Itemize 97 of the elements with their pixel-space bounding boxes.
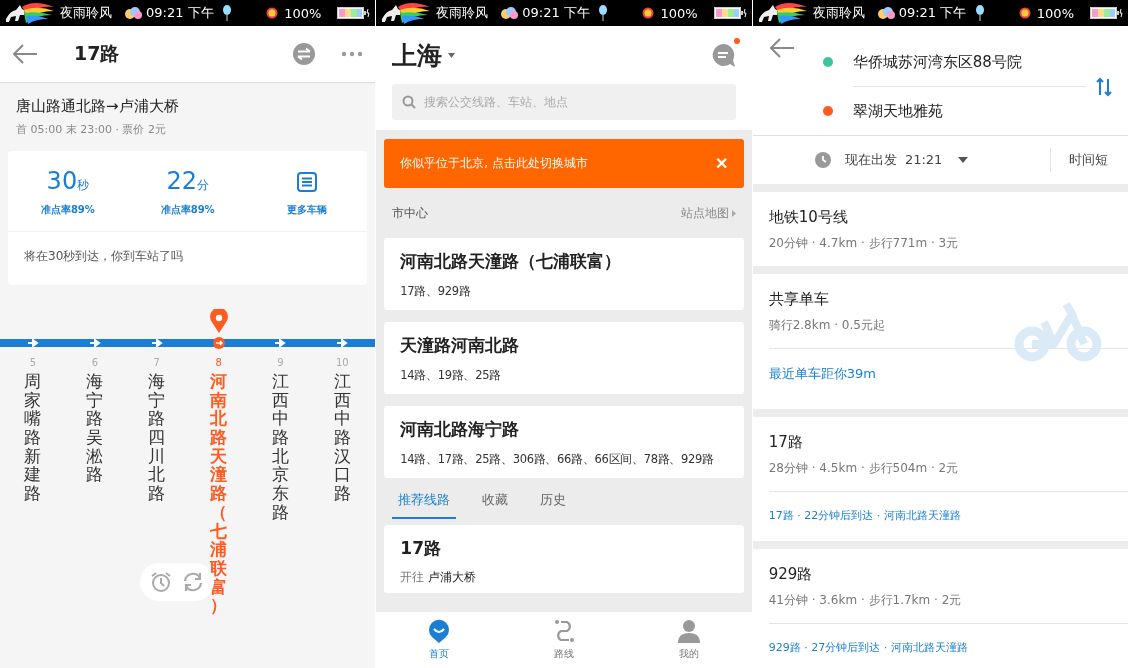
plan-title: 929路 (768, 565, 814, 584)
nav-tab[interactable]: 路线 (501, 612, 627, 668)
city-selector[interactable]: 上海 (392, 38, 443, 72)
balloons-icon (876, 6, 895, 20)
stop-number: 10 (336, 357, 349, 368)
swap-direction-icon[interactable] (293, 43, 316, 65)
stop-number: 6 (91, 357, 98, 368)
station-name: 河南北路海宁路 (400, 418, 521, 440)
arrival-time: 22 (166, 167, 197, 195)
route-direction: 唐山路通北路→卢浦大桥 (16, 97, 180, 116)
stop-number: 7 (153, 357, 160, 368)
plan-detail: 最近单车距你39m (768, 348, 1128, 409)
battery-percent: 100% (284, 5, 322, 21)
bicycle-icon (1014, 302, 1104, 362)
more-vehicles-link[interactable]: 更多车辆 (287, 203, 328, 217)
plan-detail: 929路 · 27分钟后到达 · 河南北路天潼路 (768, 623, 1128, 668)
app-name: 夜雨聆风 (60, 4, 112, 22)
station-lines: 14路、19路、25路 (400, 367, 502, 383)
route-plan-card[interactable]: 929路 41分钟 · 3.6km · 步行1.7km · 2元 929路 · 27分钟后到达 · 河南北路天潼路 (752, 549, 1128, 668)
endpoint-field[interactable]: 翠湖天地雅苑 (852, 101, 943, 121)
clock-time: 09:21 下午 (522, 4, 590, 22)
battery-percent: 100% (660, 5, 698, 21)
direction-label: 开往 (400, 569, 425, 585)
more-icon[interactable] (341, 51, 364, 57)
battery-icon (1090, 7, 1124, 19)
location-pin-icon (209, 309, 228, 333)
stop-number: 8 (215, 357, 222, 368)
back-arrow-icon[interactable] (12, 44, 38, 64)
list-icon[interactable] (297, 172, 318, 192)
station-name: 天潼路河南北路 (400, 334, 521, 356)
nav-tab[interactable]: 我的 (626, 612, 752, 668)
balloon-icon (974, 5, 985, 21)
arrival-notice: 将在30秒到达，你到车站了吗 (23, 248, 185, 265)
departure-time[interactable]: 现在出发 21:21 (844, 151, 943, 169)
endpoint-field[interactable]: 华侨城苏河湾东区88号院 (852, 52, 1022, 72)
station-name: 河南北路天潼路（七浦联富） (400, 250, 623, 272)
station-lines: 17路、929路 (400, 283, 472, 299)
plan-summary: 28分钟 · 4.5km · 步行504m · 2元 (768, 460, 960, 477)
station-card[interactable]: 河南北路天潼路（七浦联富） 17路、929路 (384, 238, 744, 310)
plan-summary: 骑行2.8km · 0.5元起 (768, 317, 886, 334)
tab[interactable]: 历史 (534, 490, 573, 519)
swap-arrows-icon[interactable] (1096, 76, 1112, 97)
plan-summary: 41分钟 · 3.6km · 步行1.7km · 2元 (768, 592, 963, 609)
line-card[interactable]: 17路 开往 卢浦大桥 (384, 525, 744, 593)
plan-title: 地铁10号线 (768, 208, 849, 227)
clock-time: 09:21 下午 (898, 4, 967, 22)
punctuality-label: 准点率89% (160, 203, 215, 217)
line-name: 17路 (400, 537, 442, 559)
stop-number: 5 (29, 357, 37, 368)
sort-option[interactable]: 时间短 (1069, 151, 1108, 169)
time-unit: 分 (196, 178, 209, 194)
stop-name[interactable]: 江西中路北京东路 (269, 372, 292, 522)
chevron-right-icon[interactable] (731, 210, 736, 217)
route-plan-card[interactable]: 地铁10号线 20分钟 · 4.7km · 步行771m · 3元 (752, 192, 1128, 266)
back-arrow-icon[interactable] (768, 38, 795, 58)
battery-icon (713, 7, 748, 19)
refresh-icon[interactable] (182, 571, 204, 593)
time-unit: 秒 (77, 178, 90, 194)
nav-tab[interactable]: 首页 (376, 612, 502, 668)
stop-name[interactable]: 周家嘴路新建路 (22, 372, 44, 503)
plan-detail: 17路 · 22分钟后到达 · 河南北路天潼路 (768, 491, 1128, 541)
tab[interactable]: 收藏 (476, 490, 515, 519)
balloon-icon (222, 5, 233, 21)
section-title: 市中心 (392, 205, 429, 222)
alarm-clock-icon[interactable] (150, 571, 172, 593)
app-name: 夜雨聆风 (812, 4, 865, 22)
station-lines: 14路、17路、25路、306路、66路、66区间、78路、929路 (400, 451, 715, 467)
stop-name[interactable]: 江西中路汉口路 (331, 372, 353, 503)
search-icon (402, 95, 417, 109)
route-plan-card[interactable]: 共享单车 骑行2.8km · 0.5元起 最近单车距你39m (752, 274, 1128, 409)
plan-summary: 20分钟 · 4.7km · 步行771m · 3元 (768, 235, 960, 252)
clock-time: 09:21 下午 (146, 4, 214, 22)
search-field[interactable]: 搜索公交线路、车站、地点 (392, 84, 736, 120)
punctuality-label: 准点率89% (40, 203, 95, 217)
balloons-icon (500, 6, 519, 20)
balloons-icon (124, 6, 142, 20)
direction-terminus: 卢浦大桥 (428, 569, 477, 585)
battery-percent: 100% (1036, 5, 1074, 21)
plan-title: 共享单车 (768, 290, 830, 309)
route-plan-card[interactable]: 17路 28分钟 · 4.5km · 步行504m · 2元 17路 · 22分钟后到达 · 河南北路天潼路 (752, 417, 1128, 541)
stop-name[interactable]: 海宁路四川北路 (146, 372, 168, 503)
dropdown-caret-icon[interactable] (958, 157, 969, 163)
line-title: 17路 (74, 41, 120, 66)
banner-text: 你似乎位于北京, 点击此处切换城市 (400, 155, 588, 172)
route-schedule: 首 05:00 末 23:00 · 票价 2元 (16, 122, 167, 137)
stop-name[interactable]: 海宁路吴淞路 (84, 372, 106, 485)
dropdown-caret-icon[interactable] (448, 52, 456, 58)
battery-icon (337, 7, 372, 19)
clock-icon (814, 152, 831, 168)
plan-title: 17路 (768, 433, 804, 452)
station-card[interactable]: 天潼路河南北路 14路、19路、25路 (384, 322, 744, 394)
station-card[interactable]: 河南北路海宁路 14路、17路、25路、306路、66路、66区间、78路、929路 (384, 406, 744, 478)
stop-number: 9 (277, 357, 284, 368)
tab[interactable]: 推荐线路 (392, 490, 457, 519)
app-name: 夜雨聆风 (436, 4, 489, 22)
arrival-time: 30 (46, 167, 78, 195)
balloon-icon (598, 5, 609, 21)
